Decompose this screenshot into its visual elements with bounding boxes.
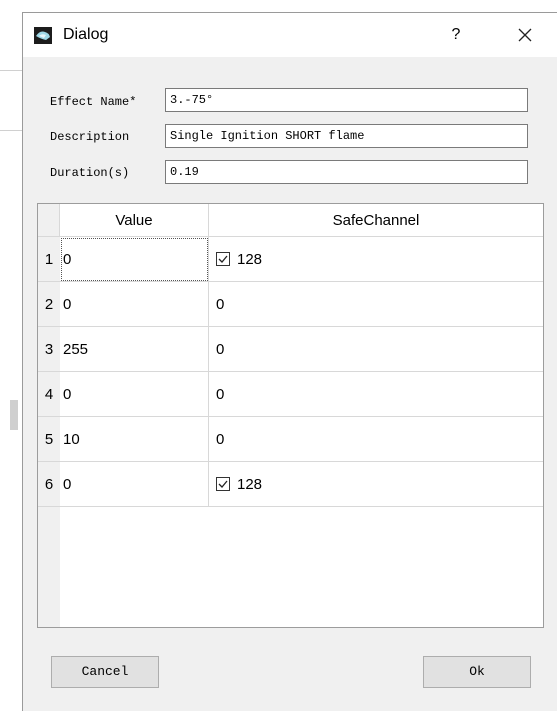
safechannel-value: 128 [237,251,263,268]
table-row[interactable]: 4 0 0 [38,372,543,417]
window-title: Dialog [63,26,109,43]
description-input[interactable]: Single Ignition SHORT flame [165,124,528,148]
table-row[interactable]: 3 255 0 [38,327,543,372]
checkbox-checked-icon[interactable] [216,477,230,491]
table-row[interactable]: 5 10 0 [38,417,543,462]
column-header-value[interactable]: Value [60,204,209,237]
effect-name-input[interactable]: 3.-75° [165,88,528,112]
background-window [0,0,22,711]
duration-input[interactable]: 0.19 [165,160,528,184]
cancel-button[interactable]: Cancel [51,656,159,688]
close-button[interactable] [507,20,543,50]
value-cell[interactable]: 255 [60,327,209,372]
safechannel-cell[interactable]: 0 [209,372,543,417]
row-number[interactable]: 5 [38,417,60,462]
effect-name-label: Effect Name* [50,95,137,109]
value-cell[interactable]: 10 [60,417,209,462]
row-number[interactable]: 4 [38,372,60,417]
row-number[interactable]: 3 [38,327,60,372]
safechannel-cell[interactable]: 128 [209,462,543,507]
table-row[interactable]: 1 0 128 [38,237,543,282]
safechannel-cell[interactable]: 0 [209,327,543,372]
column-header-safechannel[interactable]: SafeChannel [209,204,543,237]
value-cell[interactable]: 0 [60,237,209,282]
value-cell[interactable]: 0 [60,282,209,327]
close-icon [507,28,543,54]
help-button[interactable]: ? [441,22,471,48]
title-bar[interactable]: Dialog ? [23,13,557,57]
value-cell[interactable]: 0 [60,372,209,417]
channel-table[interactable]: Value SafeChannel 1 0 128 2 0 0 3 255 0 … [37,203,544,628]
ok-button[interactable]: Ok [423,656,531,688]
safechannel-cell[interactable]: 128 [209,237,543,282]
value-cell[interactable]: 0 [60,462,209,507]
row-number[interactable]: 6 [38,462,60,507]
background-divider [0,130,22,131]
dialog-window: Dialog ? Effect Name* 3.-75° Description… [22,12,557,711]
table-row[interactable]: 2 0 0 [38,282,543,327]
checkbox-checked-icon[interactable] [216,252,230,266]
description-label: Description [50,130,130,144]
table-corner[interactable] [38,204,60,237]
row-number[interactable]: 1 [38,237,60,282]
duration-label: Duration(s) [50,166,130,180]
safechannel-cell[interactable]: 0 [209,417,543,462]
background-scrollbar [10,400,18,430]
app-icon [34,27,52,44]
table-row[interactable]: 6 0 128 [38,462,543,507]
safechannel-cell[interactable]: 0 [209,282,543,327]
safechannel-value: 128 [237,476,263,493]
row-number[interactable]: 2 [38,282,60,327]
background-divider [0,70,22,71]
